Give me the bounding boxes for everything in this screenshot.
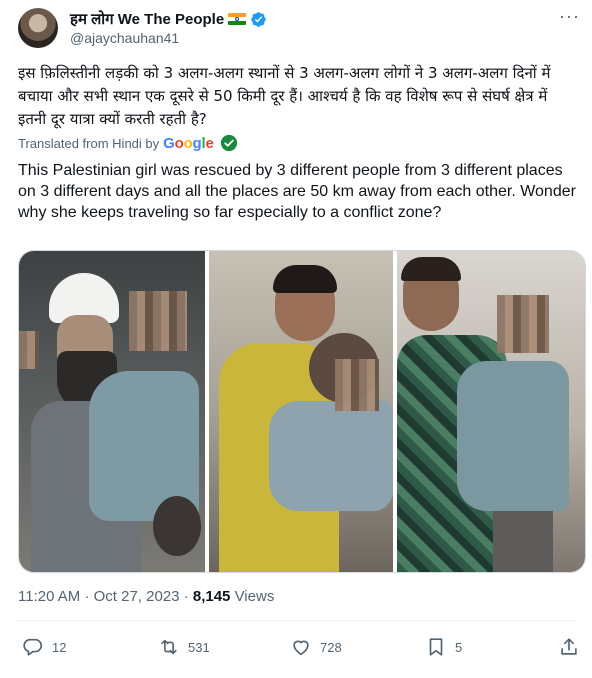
photo-panel-2 (209, 251, 393, 572)
verified-badge-icon (251, 11, 266, 27)
bookmark-count: 5 (455, 639, 463, 655)
tweet-original-text: इस फ़िलिस्तीनी लड़की को 3 अलग-अलग स्थानो… (18, 64, 551, 128)
more-options-icon[interactable]: ··· (559, 6, 580, 27)
views-label: Views (234, 588, 275, 605)
divider (18, 620, 578, 621)
bookmark-icon (429, 638, 443, 656)
google-logo: Google (163, 134, 214, 152)
share-icon (561, 638, 577, 655)
tweet-translated-text: This Palestinian girl was rescued by 3 d… (18, 162, 576, 221)
reply-button[interactable]: 12 (22, 636, 66, 658)
share-button[interactable] (558, 636, 580, 658)
tweet-date[interactable]: Oct 27, 2023 (94, 588, 180, 605)
translated-label: Translated from Hindi by (18, 135, 160, 151)
views-count: 8,145 (192, 588, 231, 605)
avatar[interactable] (18, 8, 58, 48)
translation-attribution: Translated from Hindi by Google (18, 134, 238, 152)
reply-count: 12 (52, 639, 67, 655)
tweet-card: हम लोग We The People @ajaychauhan41 ··· … (0, 0, 592, 678)
heart-icon (293, 640, 309, 656)
tweet-meta: 11:20 AM · Oct 27, 2023 · 8,145 Views (18, 588, 274, 605)
photo-panel-3 (397, 251, 585, 572)
reply-icon (23, 638, 43, 656)
retweet-count: 531 (188, 639, 210, 655)
translation-check-icon (220, 134, 237, 152)
bookmark-button[interactable]: 5 (425, 636, 462, 658)
meta-separator: · (84, 588, 90, 605)
meta-separator: · (183, 588, 189, 605)
author-handle[interactable]: @ajaychauhan41 (70, 30, 179, 46)
tweet-time[interactable]: 11:20 AM (18, 588, 80, 605)
like-count: 728 (320, 639, 342, 655)
retweet-button[interactable]: 531 (158, 636, 210, 658)
photo-panel-1 (19, 251, 205, 572)
retweet-icon (161, 639, 177, 655)
action-bar: 12 531 728 5 (0, 628, 592, 668)
like-button[interactable]: 728 (290, 636, 342, 658)
india-flag-icon (228, 13, 247, 25)
tweet-photo[interactable] (18, 250, 586, 573)
display-name[interactable]: हम लोग We The People (70, 9, 224, 29)
author-name-row[interactable]: हम लोग We The People (70, 9, 267, 29)
